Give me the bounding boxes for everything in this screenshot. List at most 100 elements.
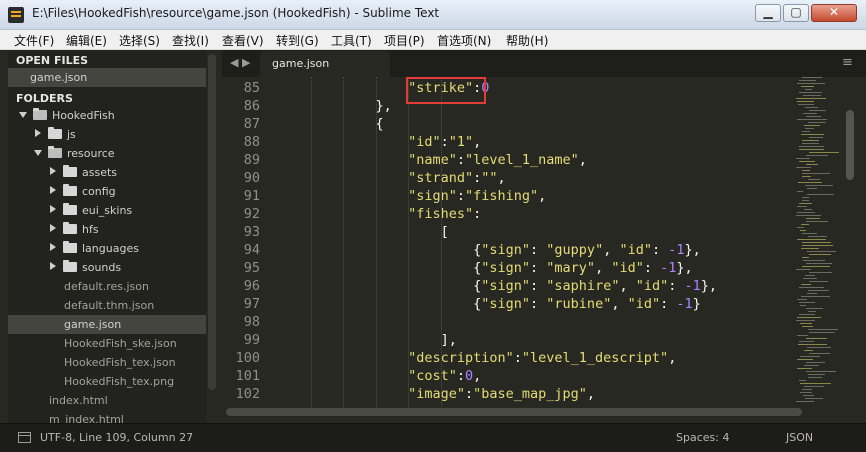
chevron-right-icon[interactable] bbox=[50, 224, 56, 232]
menu-find[interactable]: 查找(I) bbox=[172, 32, 209, 49]
minimap-line bbox=[808, 290, 829, 291]
chevron-right-icon[interactable] bbox=[50, 243, 56, 251]
chevron-down-icon[interactable] bbox=[19, 112, 27, 118]
minimap-line bbox=[797, 101, 814, 102]
minimap-line bbox=[807, 347, 831, 348]
tree-item[interactable]: eui_skins bbox=[8, 201, 206, 220]
tree-item[interactable]: hfs bbox=[8, 220, 206, 239]
tree-item[interactable]: HookedFish_tex.json bbox=[8, 353, 206, 372]
sidebar-scrollbar[interactable] bbox=[208, 54, 216, 390]
minimap-line bbox=[807, 251, 836, 252]
tree-item[interactable]: default.res.json bbox=[8, 277, 206, 296]
menu-view[interactable]: 查看(V) bbox=[222, 32, 264, 49]
minimap-line bbox=[797, 239, 826, 240]
code-area[interactable]: "strike":0},{"id":"1", "name":"level_1_na… bbox=[278, 77, 788, 407]
tree-item-label: game.json bbox=[64, 318, 122, 331]
menu-file[interactable]: 文件(F) bbox=[14, 32, 54, 49]
punctuation-token: }, bbox=[375, 98, 392, 114]
tree-item[interactable]: config bbox=[8, 182, 206, 201]
chevron-right-icon[interactable] bbox=[50, 262, 56, 270]
menu-project[interactable]: 项目(P) bbox=[384, 32, 425, 49]
tree-item[interactable]: HookedFish_ske.json bbox=[8, 334, 206, 353]
punctuation-token: , bbox=[668, 350, 677, 366]
tree-item[interactable]: resource bbox=[8, 144, 206, 163]
chevron-right-icon[interactable] bbox=[50, 205, 56, 213]
vertical-scrollbar[interactable] bbox=[846, 110, 854, 180]
chevron-right-icon[interactable] bbox=[50, 186, 56, 194]
chevron-right-icon[interactable] bbox=[50, 167, 56, 175]
minimap-line bbox=[802, 389, 812, 390]
panel-toggle-icon[interactable] bbox=[18, 432, 31, 443]
status-indentation[interactable]: Spaces: 4 bbox=[676, 431, 729, 444]
punctuation-token: , bbox=[578, 152, 587, 168]
tree-item[interactable]: game.json bbox=[8, 315, 206, 334]
tree-item-label: js bbox=[67, 128, 76, 141]
line-number: 99 bbox=[243, 332, 260, 348]
minimap-line bbox=[806, 308, 823, 309]
status-encoding-position: UTF-8, Line 109, Column 27 bbox=[40, 431, 194, 444]
tree-item[interactable]: HookedFish_tex.png bbox=[8, 372, 206, 391]
number-token: -1 bbox=[684, 278, 701, 294]
minimap-line bbox=[800, 356, 820, 357]
string-token: "id" bbox=[611, 260, 644, 276]
line-number: 97 bbox=[243, 296, 260, 312]
tree-item[interactable]: js bbox=[8, 125, 206, 144]
tree-item-label: HookedFish_ske.json bbox=[64, 337, 177, 350]
open-files-header: OPEN FILES bbox=[16, 54, 89, 67]
tree-item[interactable]: HookedFish bbox=[8, 106, 206, 125]
minimap-line bbox=[803, 260, 825, 261]
tree-item[interactable]: languages bbox=[8, 239, 206, 258]
highlight-box bbox=[406, 77, 486, 104]
line-number: 87 bbox=[243, 116, 260, 132]
minimap[interactable] bbox=[796, 77, 844, 407]
minimap-line bbox=[806, 338, 827, 339]
minimap-line bbox=[799, 92, 822, 93]
tab-label: game.json bbox=[272, 57, 330, 70]
minimap-line bbox=[809, 272, 832, 273]
open-file-item[interactable]: game.json bbox=[8, 68, 206, 87]
minimize-button[interactable]: ▁ bbox=[755, 4, 781, 22]
status-syntax[interactable]: JSON bbox=[786, 431, 813, 444]
menu-selection[interactable]: 选择(S) bbox=[119, 32, 160, 49]
punctuation-token: : bbox=[456, 368, 465, 384]
close-button[interactable]: ✕ bbox=[811, 4, 857, 22]
punctuation-token: : bbox=[660, 296, 677, 312]
folder-icon bbox=[63, 241, 77, 253]
tree-item[interactable]: default.thm.json bbox=[8, 296, 206, 315]
chevron-right-icon[interactable] bbox=[35, 129, 41, 137]
minimap-line bbox=[805, 107, 818, 108]
minimap-line bbox=[808, 329, 838, 330]
maximize-button[interactable]: ▢ bbox=[783, 4, 809, 22]
tab-menu-icon[interactable]: ≡ bbox=[842, 55, 853, 70]
tab-nav-arrows[interactable]: ◀ ▶ bbox=[230, 56, 250, 69]
code-line: ], bbox=[441, 332, 457, 348]
menu-preferences[interactable]: 首选项(N) bbox=[437, 32, 491, 49]
tree-item[interactable]: sounds bbox=[8, 258, 206, 277]
menu-edit[interactable]: 编辑(E) bbox=[66, 32, 107, 49]
menu-help[interactable]: 帮助(H) bbox=[506, 32, 548, 49]
tree-item[interactable]: index.html bbox=[8, 391, 206, 410]
minimap-line bbox=[797, 368, 812, 369]
tree-item[interactable]: m_index.html bbox=[8, 410, 206, 423]
menu-goto[interactable]: 转到(G) bbox=[276, 32, 319, 49]
code-line: "description":"level_1_descript", bbox=[408, 350, 676, 366]
horizontal-scrollbar[interactable] bbox=[226, 408, 802, 416]
punctuation-token: : bbox=[513, 350, 522, 366]
menu-tools[interactable]: 工具(T) bbox=[331, 32, 372, 49]
minimap-line bbox=[801, 248, 819, 249]
string-token: "id" bbox=[627, 296, 661, 312]
string-token: "id" bbox=[619, 242, 652, 258]
minimap-line bbox=[808, 236, 827, 237]
tab-game-json[interactable]: game.json bbox=[260, 51, 390, 77]
tree-item[interactable]: assets bbox=[8, 163, 206, 182]
string-token: "sign" bbox=[481, 260, 531, 276]
chevron-down-icon[interactable] bbox=[34, 150, 42, 156]
minimap-line bbox=[797, 119, 827, 120]
editor-window: OPEN FILES game.json FOLDERS HookedFish j… bbox=[0, 50, 866, 423]
string-token: "sign" bbox=[481, 242, 531, 258]
minimap-line bbox=[802, 197, 809, 198]
punctuation-token: : bbox=[456, 188, 465, 204]
punctuation-token: : bbox=[651, 242, 669, 258]
minimap-line bbox=[797, 83, 825, 84]
minimap-line bbox=[807, 188, 817, 189]
